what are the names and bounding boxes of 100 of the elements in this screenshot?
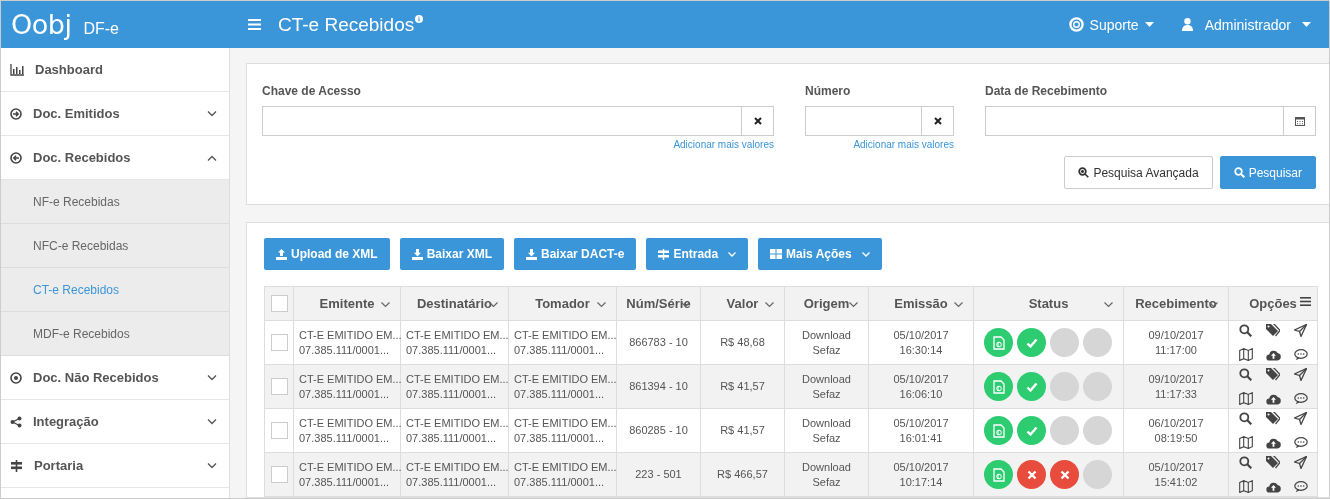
column-header[interactable]: Status xyxy=(1028,296,1069,311)
map-icon[interactable] xyxy=(1238,392,1253,405)
search-icon[interactable] xyxy=(1239,456,1252,469)
caret-icon xyxy=(1302,22,1311,27)
sort-icon[interactable] xyxy=(1104,302,1113,308)
send-icon[interactable] xyxy=(1294,368,1307,381)
clear-button[interactable] xyxy=(922,106,954,136)
row-checkbox[interactable] xyxy=(270,466,288,483)
cloud-upload-icon[interactable] xyxy=(1265,348,1281,361)
error-status-icon[interactable] xyxy=(1050,460,1079,489)
sort-icon[interactable] xyxy=(849,302,858,308)
table-cell: CT-E EMITIDO EM... 07.385.111/0001... xyxy=(406,459,509,490)
map-icon[interactable] xyxy=(1238,348,1253,361)
table-cell: R$ 41,57 xyxy=(720,423,765,438)
share-icon xyxy=(10,415,22,428)
search-icon[interactable] xyxy=(1239,368,1252,381)
chevron-icon xyxy=(207,418,217,425)
table-cell: CT-E EMITIDO EM... 07.385.111/0001... xyxy=(299,459,402,490)
table-cell: 860285 - 10 xyxy=(629,423,688,438)
document-icon xyxy=(992,423,1005,438)
table-cell: 866783 - 10 xyxy=(629,335,688,350)
chart-icon xyxy=(10,63,24,76)
send-icon[interactable] xyxy=(1294,412,1307,425)
table-cell: CT-E EMITIDO EM... 07.385.111/0001... xyxy=(514,459,617,490)
sort-icon[interactable] xyxy=(765,302,774,308)
comment-icon[interactable] xyxy=(1293,436,1308,449)
sidebar-item[interactable]: Dashboard xyxy=(1,48,229,92)
check-status-icon[interactable] xyxy=(1017,328,1046,357)
search-icon xyxy=(1233,167,1245,178)
download-icon xyxy=(526,248,538,260)
cloud-upload-icon[interactable] xyxy=(1265,480,1281,493)
comment-icon[interactable] xyxy=(1293,348,1308,361)
tags-icon[interactable] xyxy=(1266,324,1280,337)
lifebuoy-icon xyxy=(1068,17,1084,32)
sidebar-item[interactable]: Doc. Não Recebidos xyxy=(1,356,229,400)
sort-icon[interactable] xyxy=(597,302,606,308)
comment-icon[interactable] xyxy=(1293,392,1308,405)
download-icon xyxy=(411,248,423,260)
sidebar-item[interactable]: Integração xyxy=(1,400,229,444)
table-cell: CT-E EMITIDO EM... 07.385.111/0001... xyxy=(299,371,402,402)
advanced-search-button[interactable]: Pesquisa Avançada xyxy=(1064,156,1213,189)
document-icon xyxy=(992,379,1005,394)
sort-icon[interactable] xyxy=(381,302,390,308)
table-cell: R$ 48,68 xyxy=(720,335,765,350)
cloud-upload-icon[interactable] xyxy=(1265,436,1281,449)
upload-icon xyxy=(276,248,287,260)
search-icon[interactable] xyxy=(1239,412,1252,425)
user-icon xyxy=(1181,18,1193,31)
comment-icon[interactable] xyxy=(1293,480,1308,493)
send-icon[interactable] xyxy=(1294,324,1307,337)
sort-icon[interactable] xyxy=(1209,302,1218,308)
check-status-icon[interactable] xyxy=(1017,372,1046,401)
send-icon[interactable] xyxy=(1294,456,1307,469)
logo: Oobj xyxy=(11,9,72,40)
tags-icon[interactable] xyxy=(1266,412,1280,425)
signpost-icon xyxy=(658,248,670,260)
sidebar-item[interactable]: Doc. Emitidos xyxy=(1,92,229,136)
calendar-icon xyxy=(1294,116,1305,126)
sidebar-subitem[interactable]: NFC-e Recebidas xyxy=(1,224,229,268)
page-title: CT-e Recebidos xyxy=(278,13,415,36)
table-cell: 05/10/2017 16:06:10 xyxy=(893,371,949,402)
sort-icon[interactable] xyxy=(681,302,690,308)
sidebar-subitem[interactable]: MDF-e Recebidos xyxy=(1,312,229,356)
grid-icon xyxy=(770,249,783,259)
add-values-link[interactable]: Adicionar mais valores xyxy=(853,139,954,150)
row-checkbox[interactable] xyxy=(270,378,288,395)
table-cell: 05/10/2017 15:41:02 xyxy=(1148,459,1204,490)
map-icon[interactable] xyxy=(1238,436,1253,449)
check-status-icon[interactable] xyxy=(1017,416,1046,445)
add-values-link[interactable]: Adicionar mais valores xyxy=(673,139,774,150)
table-cell: Download Sefaz xyxy=(802,327,851,358)
column-header[interactable]: Valor xyxy=(726,296,759,311)
error-status-icon[interactable] xyxy=(1017,460,1046,489)
cloud-upload-icon[interactable] xyxy=(1265,392,1281,405)
row-checkbox[interactable] xyxy=(270,334,288,351)
sidebar-subitem[interactable]: NF-e Recebidas xyxy=(1,180,229,224)
table-cell: 861394 - 10 xyxy=(629,379,688,394)
menu-icon[interactable] xyxy=(1300,297,1311,306)
table-cell: 09/10/2017 11:17:00 xyxy=(1148,327,1204,358)
arrow-circle-icon xyxy=(10,151,22,164)
select-all-checkbox[interactable] xyxy=(270,295,288,312)
table-cell: Download Sefaz xyxy=(802,459,851,490)
text-field[interactable] xyxy=(262,106,742,136)
row-checkbox[interactable] xyxy=(270,422,288,439)
table-cell: CT-E EMITIDO EM... 07.385.111/0001... xyxy=(514,371,617,402)
info-icon[interactable] xyxy=(415,14,424,23)
sidebar-item[interactable]: Portaria xyxy=(1,444,229,488)
tags-icon[interactable] xyxy=(1266,368,1280,381)
calendar-button[interactable] xyxy=(1284,106,1316,136)
search-icon[interactable] xyxy=(1239,324,1252,337)
clear-button[interactable] xyxy=(742,106,774,136)
chevron-icon xyxy=(207,110,217,117)
table-cell: CT-E EMITIDO EM... 07.385.111/0001... xyxy=(406,371,509,402)
tags-icon[interactable] xyxy=(1266,456,1280,469)
map-icon[interactable] xyxy=(1238,480,1253,493)
text-field[interactable] xyxy=(985,106,1284,136)
sort-icon[interactable] xyxy=(954,302,963,308)
table-cell: 223 - 501 xyxy=(635,467,682,482)
text-field[interactable] xyxy=(805,106,922,136)
table-cell: 05/10/2017 10:17:14 xyxy=(893,459,949,490)
